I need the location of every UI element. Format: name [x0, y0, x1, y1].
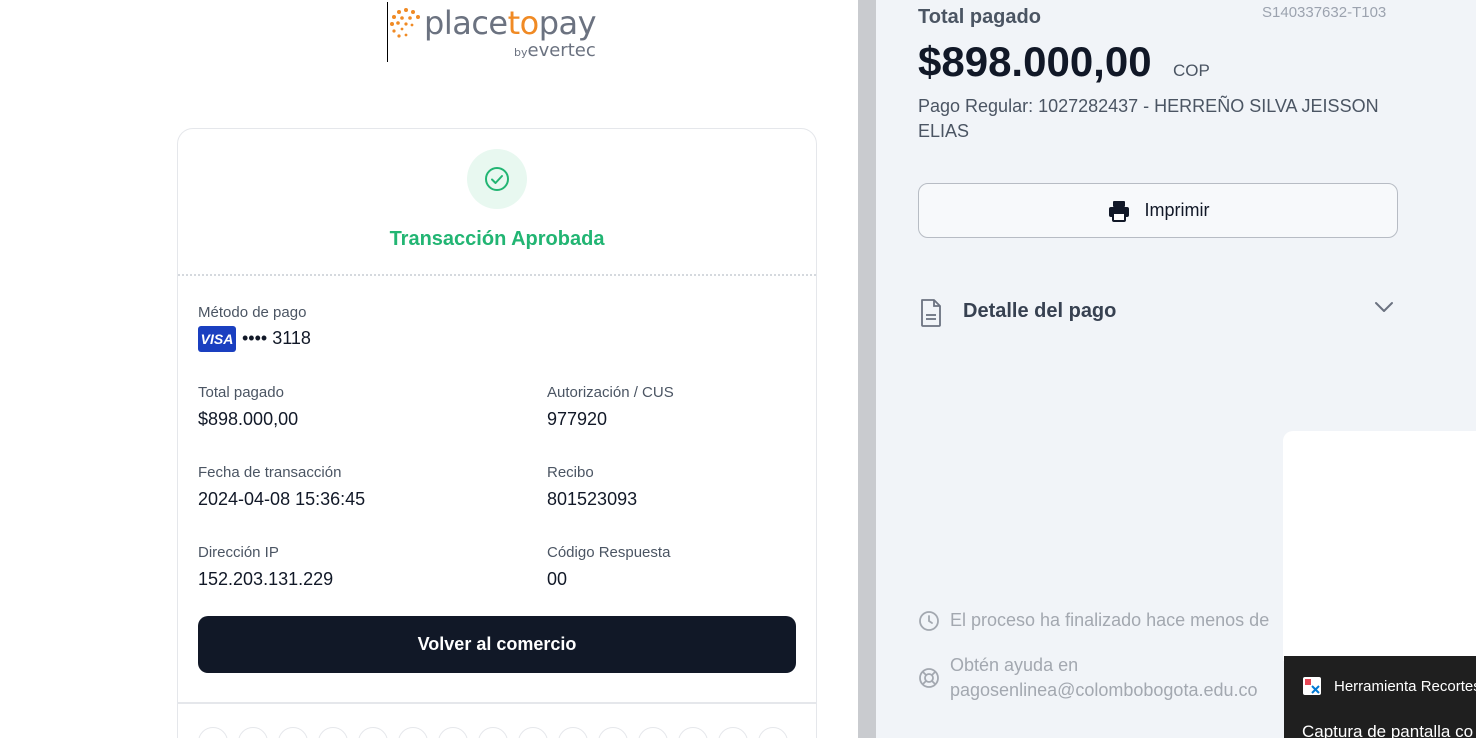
dotted-divider — [178, 274, 816, 276]
status-title: Transacción Aprobada — [389, 228, 605, 250]
payment-method-label: Método de pago — [198, 304, 307, 321]
authorization-label: Autorización / CUS — [547, 384, 674, 401]
print-button-label: Imprimir — [1144, 200, 1210, 220]
brand-wordmark: placetopay — [424, 4, 597, 42]
status-badge — [467, 149, 527, 209]
card-bottom-divider — [178, 702, 816, 704]
snipping-tool-message: Captura de pantalla co — [1302, 722, 1474, 738]
summary-amount: $898.000,00 — [918, 38, 1152, 85]
transaction-reference: S140337632-T103 — [1262, 4, 1387, 21]
receipt-scallop-edge — [198, 727, 818, 738]
help-text: Obtén ayuda en pagosenlinea@colombobogot… — [950, 653, 1258, 703]
payment-receipt-panel: placetopay byevertec Transacción Aprobad… — [0, 0, 858, 738]
snipping-tool-preview[interactable] — [1283, 431, 1476, 661]
response-code-label: Código Respuesta — [547, 544, 671, 561]
snipping-tool-name: Herramienta Recortes — [1334, 677, 1476, 695]
total-paid-label: Total pagado — [198, 384, 284, 401]
back-to-merchant-button[interactable]: Volver al comercio — [198, 616, 796, 673]
transaction-date-label: Fecha de transacción — [198, 464, 342, 481]
transaction-card: Transacción Aprobada Método de pago VISA… — [177, 128, 817, 738]
summary-total-label: Total pagado — [918, 6, 1041, 28]
ip-address-value: 152.203.131.229 — [198, 569, 334, 589]
by-evertec: byevertec — [514, 40, 596, 61]
clock-icon — [919, 611, 939, 631]
response-code-value: 00 — [547, 569, 568, 589]
payment-description: Pago Regular: 1027282437 - HERREÑO SILVA… — [918, 96, 1379, 141]
check-circle-icon — [485, 167, 509, 191]
print-button[interactable]: Imprimir — [918, 183, 1398, 238]
receipt-value: 801523093 — [547, 489, 638, 509]
chevron-down-icon[interactable] — [1373, 300, 1395, 314]
total-paid-value: $898.000,00 — [198, 409, 299, 429]
authorization-value: 977920 — [547, 409, 608, 429]
payment-detail-title: Detalle del pago — [963, 300, 1117, 322]
help-email-link[interactable]: pagosenlinea@colombobogota.edu.co — [950, 678, 1258, 703]
process-status-text: El proceso ha finalizado hace menos de — [950, 610, 1270, 630]
help-line-1: Obtén ayuda en — [950, 655, 1079, 675]
snipping-tool-app: Herramienta Recortes — [1302, 676, 1476, 696]
lifebuoy-icon — [919, 668, 939, 688]
scrollbar-divider — [858, 0, 876, 738]
printer-icon — [1108, 200, 1129, 222]
summary-currency: COP — [1173, 61, 1210, 80]
placetopay-logo: placetopay byevertec — [386, 0, 626, 64]
receipt-label: Recibo — [547, 464, 594, 481]
ip-address-label: Dirección IP — [198, 544, 279, 561]
payment-detail-accordion[interactable]: Detalle del pago — [918, 296, 1398, 332]
visa-card-icon: VISA — [198, 326, 236, 352]
placetopay-dots-icon — [390, 8, 420, 38]
document-icon — [921, 299, 941, 327]
card-digits: •••• 3118 — [242, 328, 311, 348]
snipping-tool-notification[interactable]: Herramienta Recortes Captura de pantalla… — [1284, 656, 1476, 738]
snipping-tool-icon — [1303, 677, 1321, 695]
transaction-date-value: 2024-04-08 15:36:45 — [198, 489, 366, 509]
